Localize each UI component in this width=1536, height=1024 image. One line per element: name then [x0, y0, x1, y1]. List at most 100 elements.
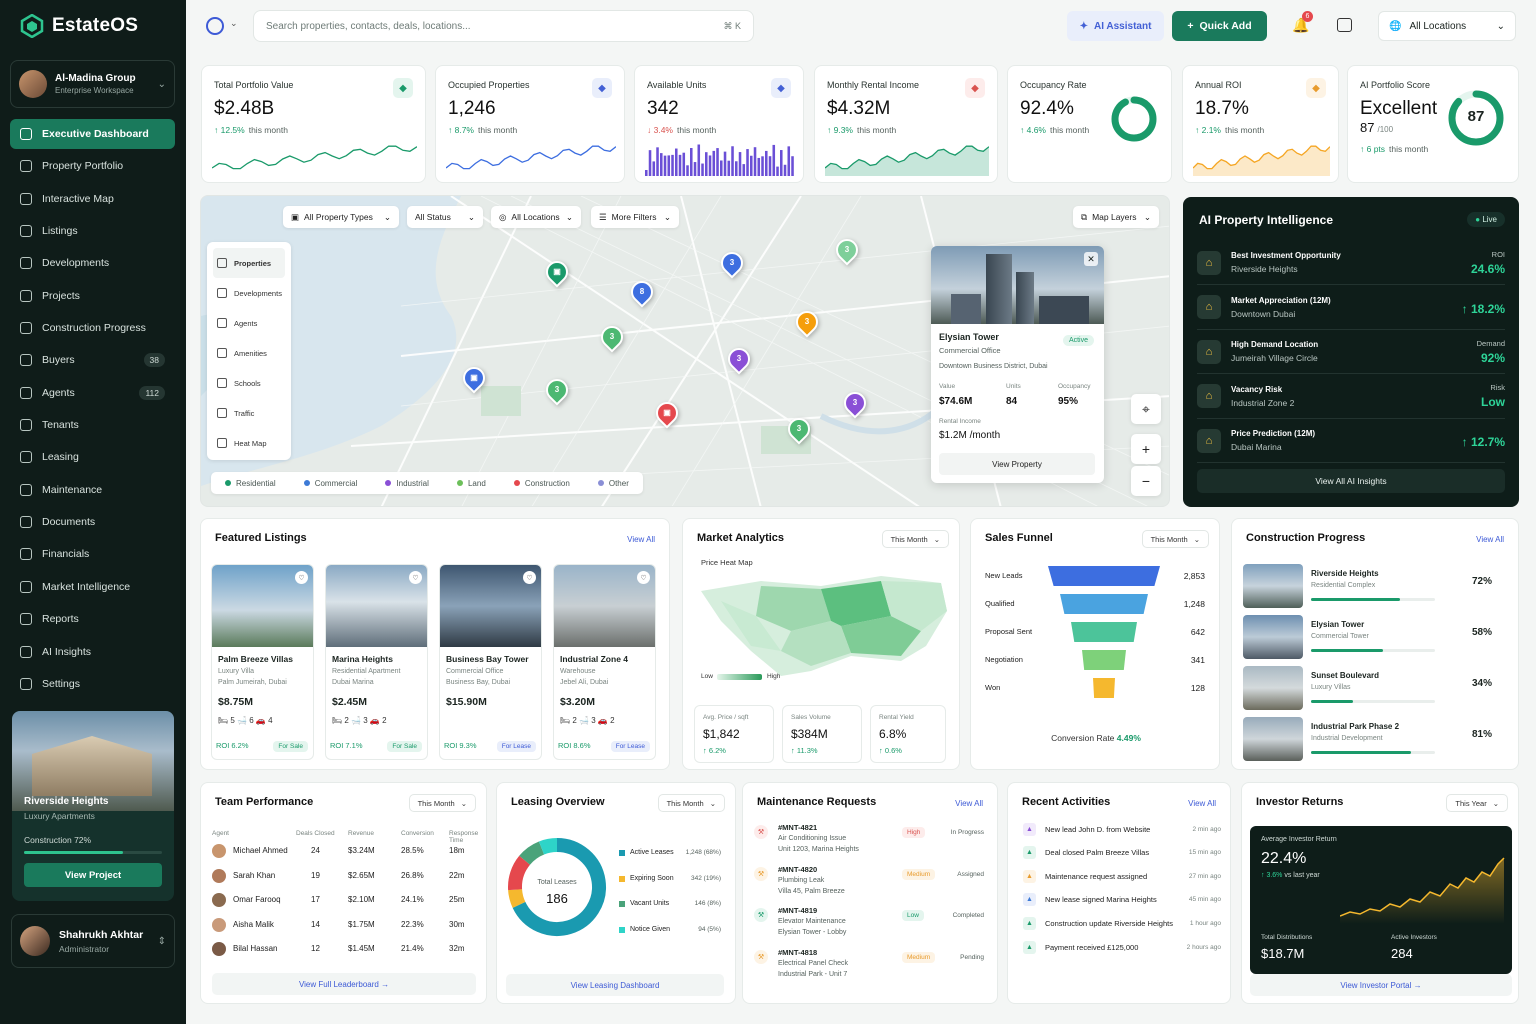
activity-item[interactable]: ▲ Deal closed Palm Breeze Villas 15 min ag…	[1023, 845, 1221, 861]
brand-switch-icon[interactable]	[206, 17, 224, 35]
kpi-card[interactable]: Annual ROI 18.7% ↑ 2.1% this month ◆	[1182, 65, 1339, 183]
ai-assistant-button[interactable]: ✦ AI Assistant	[1067, 11, 1164, 41]
sidebar-item-tenants[interactable]: Tenants	[10, 410, 175, 440]
funnel-bar[interactable]	[1048, 566, 1160, 586]
sidebar-item-developments[interactable]: Developments	[10, 248, 175, 278]
table-cell[interactable]: Sarah Khan	[233, 871, 275, 880]
sidebar-item-property-portfolio[interactable]: Property Portfolio	[10, 151, 175, 181]
ai-insight-row[interactable]: ⌂ Best Investment Opportunity Riverside He…	[1197, 241, 1505, 285]
ai-insight-row[interactable]: ⌂ Vacancy Risk Industrial Zone 2 Risk Low	[1197, 375, 1505, 419]
activity-item[interactable]: ▲ Construction update Riverside Heights 1 …	[1023, 915, 1221, 931]
construction-item[interactable]: Industrial Park Phase 2 Industrial Develo…	[1243, 717, 1497, 761]
filter-status[interactable]: All Status ⌄	[407, 206, 483, 228]
interactive-map[interactable]: ▣ All Property Types ⌄ All Status ⌄ ◎ All Lo…	[200, 195, 1170, 507]
sidebar-item-reports[interactable]: Reports	[10, 604, 175, 634]
view-leaderboard-button[interactable]: View Full Leaderboard →	[212, 973, 476, 995]
funnel-bar[interactable]	[1060, 594, 1148, 614]
period-select[interactable]: This Month ⌄	[408, 794, 476, 812]
view-property-button[interactable]: View Property	[939, 453, 1095, 475]
sidebar-item-listings[interactable]: Listings	[10, 216, 175, 246]
maintenance-item[interactable]: ⚒ #MNT-4819 Elevator Maintenance Elysian To…	[754, 906, 984, 944]
table-cell[interactable]: Omar Farooq	[233, 895, 281, 904]
filter-more[interactable]: ☰ More Filters ⌄	[591, 206, 679, 228]
sidebar-item-financials[interactable]: Financials	[10, 539, 175, 569]
period-select[interactable]: This Month ⌄	[1141, 530, 1209, 548]
bell-icon[interactable]: 🔔 6	[1292, 11, 1313, 33]
view-all-link[interactable]: View All	[627, 535, 655, 544]
app-logo[interactable]: EstateOS	[20, 14, 138, 38]
sidebar-item-settings[interactable]: Settings	[10, 669, 175, 699]
period-select[interactable]: This Year ⌄	[1446, 794, 1508, 812]
activity-item[interactable]: ▲ Maintenance request assigned 27 min ago	[1023, 868, 1221, 884]
kpi-card[interactable]: Monthly Rental Income $4.32M ↑ 9.3% this mo…	[814, 65, 998, 183]
sidebar-item-buyers[interactable]: Buyers 38	[10, 345, 175, 375]
ai-insight-row[interactable]: ⌂ High Demand Location Jumeirah Village Ci…	[1197, 330, 1505, 374]
kpi-card[interactable]: Occupied Properties 1,246 ↑ 8.7% this month…	[435, 65, 625, 183]
maintenance-item[interactable]: ⚒ #MNT-4818 Electrical Panel Check Industri…	[754, 948, 984, 986]
sidebar-item-leasing[interactable]: Leasing	[10, 442, 175, 472]
funnel-bar[interactable]	[1082, 650, 1126, 670]
funnel-bar[interactable]	[1071, 622, 1137, 642]
sidebar-item-interactive-map[interactable]: Interactive Map	[10, 184, 175, 214]
period-select[interactable]: This Month ⌄	[657, 794, 725, 812]
legend-item[interactable]: Construction	[513, 479, 570, 488]
maintenance-item[interactable]: ⚒ #MNT-4821 Air Conditioning Issue Unit 120…	[754, 823, 984, 861]
sidebar-item-agents[interactable]: Agents 112	[10, 378, 175, 408]
kpi-card[interactable]: AI Portfolio Score Excellent 87/100 ↑ 6 pts…	[1347, 65, 1519, 183]
table-cell[interactable]: Aisha Malik	[233, 920, 274, 929]
filter-property-types[interactable]: ▣ All Property Types ⌄	[283, 206, 399, 228]
sidebar-item-construction-progress[interactable]: Construction Progress	[10, 313, 175, 343]
kpi-card[interactable]: Total Portfolio Value $2.48B ↑ 12.5% this m…	[201, 65, 426, 183]
heart-icon[interactable]: ♡	[637, 571, 650, 584]
table-cell[interactable]: Michael Ahmed	[233, 846, 288, 855]
layer-agents[interactable]: Agents	[213, 308, 285, 338]
locate-icon[interactable]: ⌖	[1131, 394, 1161, 424]
search-input[interactable]: Search properties, contacts, deals, loca…	[253, 10, 754, 42]
user-profile[interactable]: Shahrukh Akhtar Administrator ⇕	[11, 914, 175, 968]
sidebar-item-market-intelligence[interactable]: Market Intelligence	[10, 572, 175, 602]
location-select[interactable]: 🌐 All Locations ⌄	[1378, 11, 1516, 41]
funnel-bar[interactable]	[1093, 678, 1115, 698]
view-leasing-dashboard-button[interactable]: View Leasing Dashboard	[506, 974, 724, 996]
layer-amenities[interactable]: Amenities	[213, 338, 285, 368]
ai-insight-row[interactable]: ⌂ Price Prediction (12M) Dubai Marina ↑ 12.…	[1197, 419, 1505, 463]
listing-card[interactable]: ♡ Business Bay Tower Commercial Office Busi…	[439, 564, 542, 760]
legend-item[interactable]: Residential	[225, 479, 276, 488]
period-select[interactable]: This Month ⌄	[881, 530, 949, 548]
table-cell[interactable]: Bilal Hassan	[233, 944, 277, 953]
layer-traffic[interactable]: Traffic	[213, 398, 285, 428]
sidebar-item-projects[interactable]: Projects	[10, 281, 175, 311]
construction-item[interactable]: Riverside Heights Residential Complex 72%	[1243, 564, 1497, 608]
chevron-down-icon[interactable]: ⌄	[230, 18, 238, 29]
view-investor-portal-button[interactable]: View Investor Portal →	[1250, 974, 1512, 996]
close-icon[interactable]: ✕	[1084, 252, 1098, 266]
map-layers-button[interactable]: ⧉ Map Layers ⌄	[1073, 206, 1159, 228]
listing-card[interactable]: ♡ Palm Breeze Villas Luxury Villa Palm Jume…	[211, 564, 314, 760]
sidebar-item-ai-insights[interactable]: AI Insights	[10, 637, 175, 667]
layer-heat-map[interactable]: Heat Map	[213, 428, 285, 458]
listing-card[interactable]: ♡ Marina Heights Residential Apartment Duba…	[325, 564, 428, 760]
legend-item[interactable]: Land	[456, 479, 486, 488]
view-all-link[interactable]: View All	[1188, 799, 1216, 808]
listing-card[interactable]: ♡ Industrial Zone 4 Warehouse Jebel Ali, Du…	[553, 564, 656, 760]
heart-icon[interactable]: ♡	[523, 571, 536, 584]
legend-item[interactable]: Other	[597, 479, 629, 488]
sidebar-item-executive-dashboard[interactable]: Executive Dashboard	[10, 119, 175, 149]
layer-properties[interactable]: Properties	[213, 248, 285, 278]
layer-schools[interactable]: Schools	[213, 368, 285, 398]
activity-item[interactable]: ▲ New lead John D. from Website 2 min ago	[1023, 821, 1221, 837]
activity-item[interactable]: ▲ Payment received £125,000 2 hours ago	[1023, 939, 1221, 955]
view-project-button[interactable]: View Project	[24, 863, 162, 887]
legend-item[interactable]: Commercial	[303, 479, 357, 488]
message-icon[interactable]	[1337, 18, 1352, 32]
quick-add-button[interactable]: + Quick Add	[1172, 11, 1267, 41]
view-all-ai-insights-button[interactable]: View All AI Insights	[1197, 469, 1505, 493]
sidebar-item-maintenance[interactable]: Maintenance	[10, 475, 175, 505]
zoom-in-button[interactable]: +	[1131, 434, 1161, 464]
zoom-out-button[interactable]: −	[1131, 466, 1161, 496]
construction-item[interactable]: Sunset Boulevard Luxury Villas 34%	[1243, 666, 1497, 710]
kpi-card[interactable]: Available Units 342 ↓ 3.4% this month ◆	[634, 65, 804, 183]
filter-locations[interactable]: ◎ All Locations ⌄	[491, 206, 581, 228]
construction-item[interactable]: Elysian Tower Commercial Tower 58%	[1243, 615, 1497, 659]
view-all-link[interactable]: View All	[1476, 535, 1504, 544]
